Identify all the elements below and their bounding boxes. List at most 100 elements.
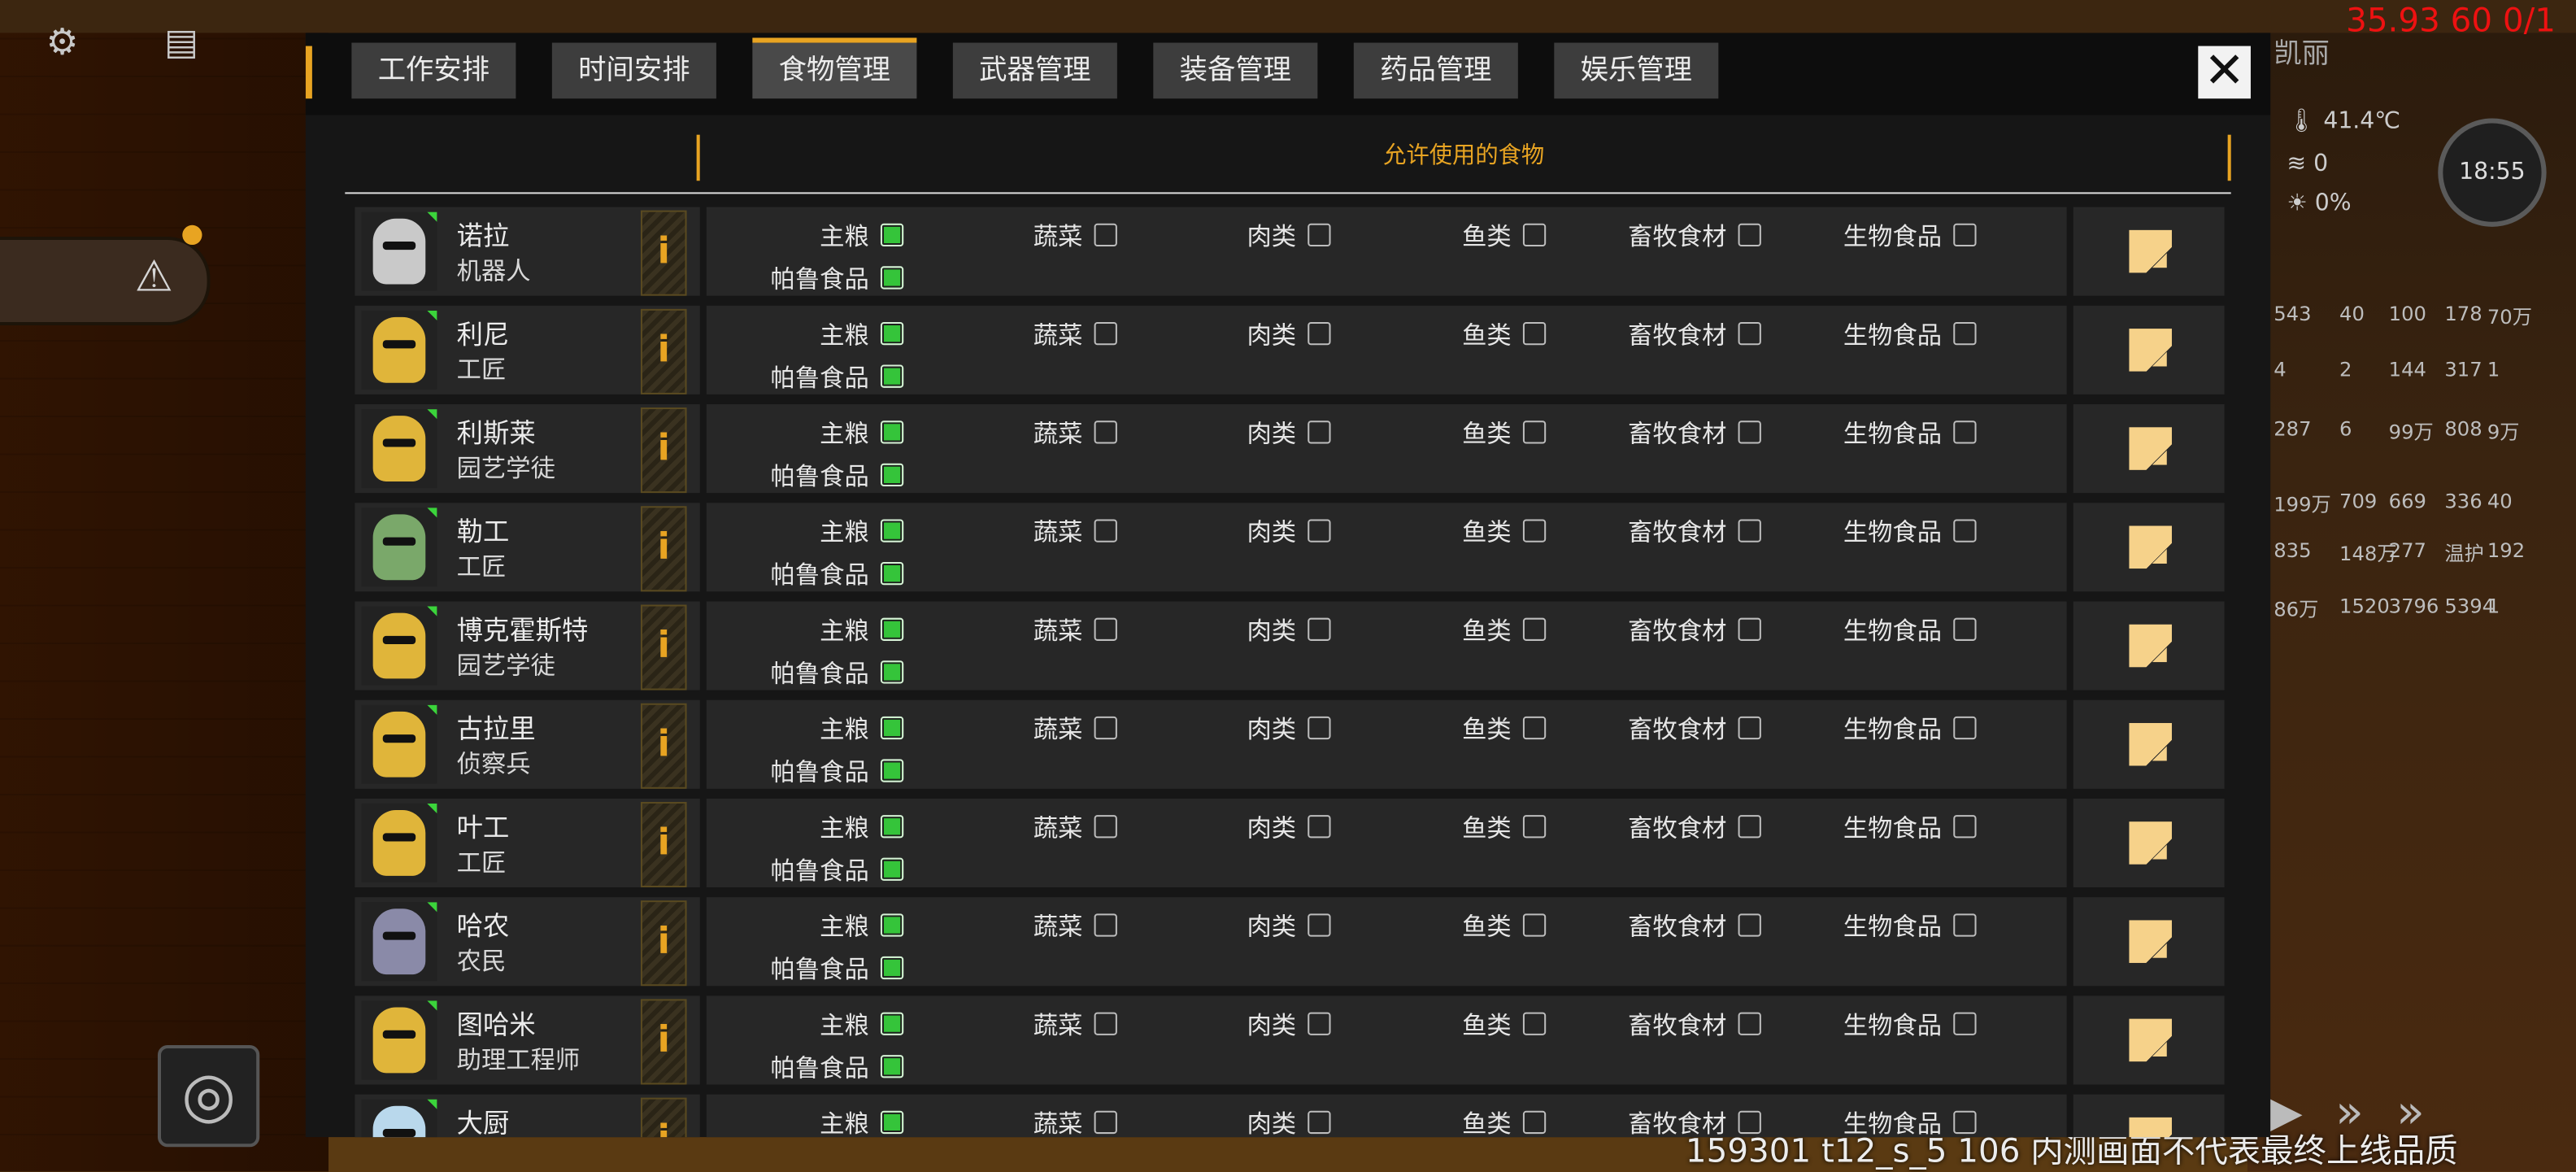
game-clock[interactable]: 18:55 bbox=[2438, 118, 2547, 227]
food-option[interactable]: 肉类 bbox=[1117, 1005, 1331, 1041]
food-checkbox[interactable] bbox=[1094, 321, 1117, 346]
tab-entertainment-management[interactable]: 娱乐管理 bbox=[1554, 42, 1719, 99]
food-option[interactable]: 蔬菜 bbox=[903, 710, 1117, 746]
food-option[interactable]: 生物食品 bbox=[1763, 808, 1977, 844]
food-checkbox[interactable] bbox=[1522, 223, 1547, 247]
food-option[interactable]: 生物食品 bbox=[1763, 710, 1977, 746]
colonist-cell[interactable]: 勒工 工匠 i bbox=[355, 503, 700, 592]
food-option[interactable]: 主粮 bbox=[690, 1005, 904, 1041]
food-checkbox[interactable] bbox=[1953, 617, 1977, 641]
food-checkbox[interactable] bbox=[1738, 1110, 1761, 1135]
food-checkbox[interactable] bbox=[880, 561, 904, 586]
note-icon[interactable] bbox=[2129, 525, 2172, 569]
food-checkbox[interactable] bbox=[880, 321, 904, 346]
food-checkbox[interactable] bbox=[1738, 913, 1761, 937]
colonist-cell[interactable]: 利尼 工匠 i bbox=[355, 305, 700, 394]
info-icon[interactable]: i bbox=[640, 801, 687, 888]
note-icon[interactable] bbox=[2129, 624, 2172, 668]
food-option[interactable]: 帕鲁食品 bbox=[690, 852, 904, 887]
food-option[interactable]: 生物食品 bbox=[1763, 907, 1977, 943]
food-checkbox[interactable] bbox=[880, 266, 904, 290]
food-option[interactable]: 主粮 bbox=[690, 217, 904, 253]
food-option[interactable]: 生物食品 bbox=[1763, 1104, 1977, 1137]
food-checkbox[interactable] bbox=[1094, 519, 1117, 542]
food-option[interactable]: 生物食品 bbox=[1763, 414, 1977, 450]
food-option[interactable]: 鱼类 bbox=[1333, 612, 1547, 647]
food-checkbox[interactable] bbox=[1738, 617, 1761, 641]
food-checkbox[interactable] bbox=[1738, 223, 1761, 247]
food-checkbox[interactable] bbox=[880, 660, 904, 684]
food-option[interactable]: 鱼类 bbox=[1333, 1005, 1547, 1041]
food-option[interactable]: 主粮 bbox=[690, 808, 904, 844]
food-option[interactable]: 鱼类 bbox=[1333, 907, 1547, 943]
chat-icon[interactable]: ▤ bbox=[164, 23, 198, 64]
food-option[interactable]: 主粮 bbox=[690, 612, 904, 647]
food-checkbox[interactable] bbox=[1738, 716, 1761, 740]
tab-time-schedule[interactable]: 时间安排 bbox=[551, 42, 716, 99]
food-option[interactable]: 帕鲁食品 bbox=[690, 358, 904, 394]
colonist-cell[interactable]: 图哈米 助理工程师 i bbox=[355, 996, 700, 1085]
colonist-cell[interactable]: 博克霍斯特 园艺学徒 i bbox=[355, 601, 700, 691]
food-option[interactable]: 蔬菜 bbox=[903, 316, 1117, 351]
food-checkbox[interactable] bbox=[1094, 420, 1117, 444]
food-option[interactable]: 蔬菜 bbox=[903, 1005, 1117, 1041]
gear-icon[interactable]: ⚙ bbox=[46, 23, 79, 64]
food-checkbox[interactable] bbox=[880, 956, 904, 980]
food-checkbox[interactable] bbox=[1953, 519, 1977, 542]
food-option[interactable]: 帕鲁食品 bbox=[690, 752, 904, 788]
food-option[interactable]: 肉类 bbox=[1117, 808, 1331, 844]
food-option[interactable]: 鱼类 bbox=[1333, 414, 1547, 450]
food-checkbox[interactable] bbox=[1522, 420, 1547, 444]
food-option[interactable]: 主粮 bbox=[690, 512, 904, 548]
food-checkbox[interactable] bbox=[1522, 815, 1547, 839]
food-checkbox[interactable] bbox=[880, 519, 904, 542]
food-option[interactable]: 主粮 bbox=[690, 1104, 904, 1137]
food-checkbox[interactable] bbox=[1738, 1012, 1761, 1035]
info-icon[interactable]: i bbox=[640, 308, 687, 394]
note-icon[interactable] bbox=[2129, 329, 2172, 372]
colonist-cell[interactable]: 哈农 农民 i bbox=[355, 897, 700, 987]
food-checkbox[interactable] bbox=[880, 364, 904, 388]
food-option[interactable]: 畜牧食材 bbox=[1547, 512, 1761, 548]
food-checkbox[interactable] bbox=[880, 1012, 904, 1035]
food-checkbox[interactable] bbox=[1308, 420, 1331, 444]
food-option[interactable]: 蔬菜 bbox=[903, 414, 1117, 450]
food-checkbox[interactable] bbox=[1308, 1012, 1331, 1035]
food-checkbox[interactable] bbox=[1738, 815, 1761, 839]
food-option[interactable]: 肉类 bbox=[1117, 512, 1331, 548]
food-option[interactable]: 鱼类 bbox=[1333, 512, 1547, 548]
food-option[interactable]: 肉类 bbox=[1117, 217, 1331, 253]
food-option[interactable]: 帕鲁食品 bbox=[690, 259, 904, 295]
food-option[interactable]: 鱼类 bbox=[1333, 217, 1547, 253]
food-option[interactable]: 主粮 bbox=[690, 316, 904, 351]
info-icon[interactable]: i bbox=[640, 604, 687, 691]
note-icon[interactable] bbox=[2129, 229, 2172, 273]
food-option[interactable]: 鱼类 bbox=[1333, 1104, 1547, 1137]
food-checkbox[interactable] bbox=[880, 716, 904, 740]
food-checkbox[interactable] bbox=[1094, 1110, 1117, 1135]
food-option[interactable]: 畜牧食材 bbox=[1547, 1005, 1761, 1041]
info-icon[interactable]: i bbox=[640, 1097, 687, 1138]
food-option[interactable]: 帕鲁食品 bbox=[690, 950, 904, 986]
food-checkbox[interactable] bbox=[1094, 815, 1117, 839]
food-checkbox[interactable] bbox=[1738, 420, 1761, 444]
food-option[interactable]: 帕鲁食品 bbox=[690, 556, 904, 591]
food-checkbox[interactable] bbox=[1522, 321, 1547, 346]
food-checkbox[interactable] bbox=[1953, 913, 1977, 937]
food-checkbox[interactable] bbox=[880, 420, 904, 444]
food-checkbox[interactable] bbox=[1522, 617, 1547, 641]
food-checkbox[interactable] bbox=[1522, 716, 1547, 740]
food-option[interactable]: 帕鲁食品 bbox=[690, 457, 904, 493]
note-icon[interactable] bbox=[2129, 821, 2172, 865]
food-option[interactable]: 畜牧食材 bbox=[1547, 1104, 1761, 1137]
food-checkbox[interactable] bbox=[880, 463, 904, 487]
food-checkbox[interactable] bbox=[1094, 617, 1117, 641]
food-option[interactable]: 主粮 bbox=[690, 907, 904, 943]
food-option[interactable]: 畜牧食材 bbox=[1547, 414, 1761, 450]
info-icon[interactable]: i bbox=[640, 210, 687, 296]
food-checkbox[interactable] bbox=[1522, 1012, 1547, 1035]
food-option[interactable]: 主粮 bbox=[690, 414, 904, 450]
food-option[interactable]: 畜牧食材 bbox=[1547, 907, 1761, 943]
food-option[interactable]: 蔬菜 bbox=[903, 907, 1117, 943]
food-option[interactable]: 生物食品 bbox=[1763, 612, 1977, 647]
